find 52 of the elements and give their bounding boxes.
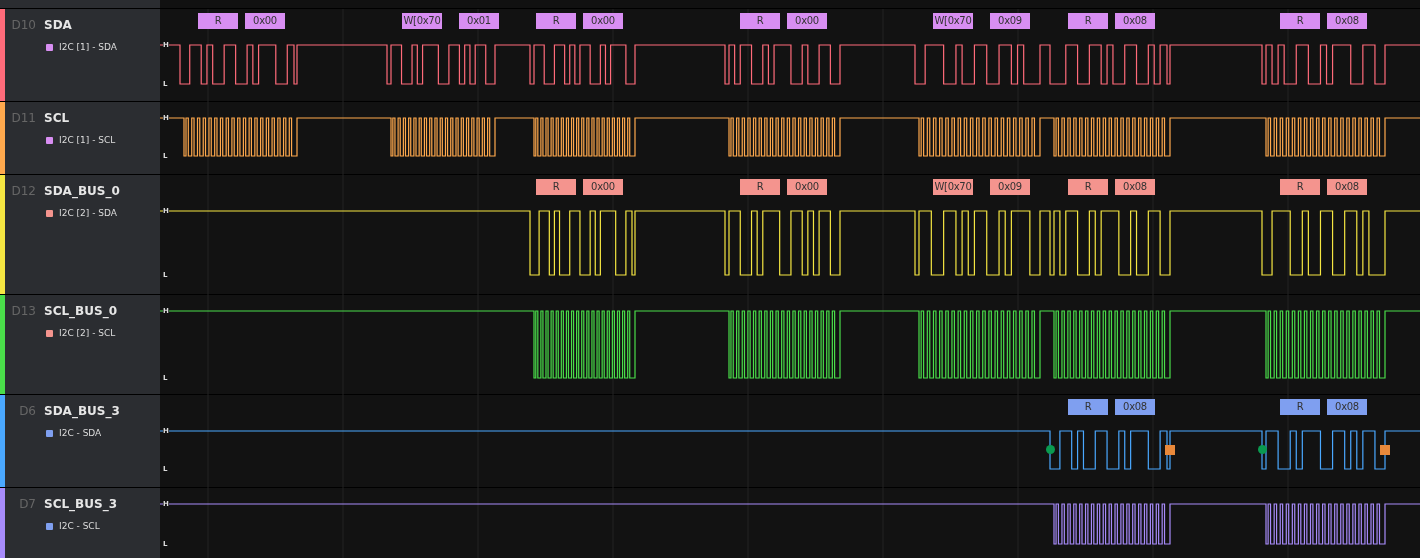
decoded-packet-label[interactable]: 0x00 [245,13,285,29]
decoded-packet-label[interactable]: 0x08 [1327,399,1367,415]
channel-id: D11 [10,111,36,125]
analyzer-label: I2C [1] - SDA [59,42,117,52]
channel-name: SDA [44,18,72,32]
decoded-packet-label[interactable]: 0x00 [787,13,827,29]
channel-id: D12 [10,184,36,198]
decoded-packet-label[interactable]: 0x00 [583,179,623,195]
decoded-packet-label[interactable]: R [536,179,576,195]
channel-name: SCL [44,111,70,125]
decoded-packet-label[interactable]: R [1280,13,1320,29]
decoded-packet-label[interactable]: R [740,179,780,195]
decoded-packet-label[interactable]: R [1280,179,1320,195]
decoded-packet-label[interactable]: 0x00 [583,13,623,29]
decoded-packet-label[interactable]: R [740,13,780,29]
decoded-packet-label[interactable]: 0x00 [787,179,827,195]
decoded-packet-label[interactable]: R [536,13,576,29]
decoded-packet-label[interactable]: W[0x70 [933,13,973,29]
channel-id: D13 [10,304,36,318]
decoded-packet-label[interactable]: W[0x70 [402,13,442,29]
channel-name: SDA_BUS_3 [44,404,120,418]
decoded-packet-label[interactable]: 0x08 [1115,179,1155,195]
analyzer-label: I2C - SCL [59,521,100,531]
decoded-packet-label[interactable]: 0x09 [990,13,1030,29]
decoded-packet-label[interactable]: R [1068,399,1108,415]
decoded-packet-label[interactable]: 0x08 [1115,13,1155,29]
decoded-packet-label[interactable]: 0x01 [459,13,499,29]
channel-name: SCL_BUS_0 [44,304,117,318]
channel-header[interactable]: D6 SDA_BUS_3 I2C - SDA [0,395,160,487]
decoded-packet-label[interactable]: 0x09 [990,179,1030,195]
analyzer-label: I2C [2] - SDA [59,208,117,218]
channel-header[interactable]: D7 SCL_BUS_3 I2C - SCL [0,488,160,558]
channel-header[interactable]: D10 SDA I2C [1] - SDA [0,9,160,101]
channel-id: D6 [18,404,36,418]
decoded-packet-label[interactable]: 0x08 [1327,13,1367,29]
analyzer-label: I2C [1] - SCL [59,135,116,145]
decoded-packet-label[interactable]: 0x08 [1115,399,1155,415]
decoded-packet-label[interactable]: R [1068,13,1108,29]
decoded-packet-label[interactable]: R [1068,179,1108,195]
analyzer-label: I2C [2] - SCL [59,328,116,338]
channel-name: SCL_BUS_3 [44,497,117,511]
channel-header[interactable]: D13 SCL_BUS_0 I2C [2] - SCL [0,295,160,394]
channel-header[interactable]: D12 SDA_BUS_0 I2C [2] - SDA [0,175,160,294]
channel-id: D10 [10,18,36,32]
analyzer-label: I2C - SDA [59,428,102,438]
decoded-packet-label[interactable]: R [198,13,238,29]
channel-header[interactable]: D11 SCL I2C [1] - SCL [0,102,160,174]
decoded-packet-label[interactable]: 0x08 [1327,179,1367,195]
channel-name: SDA_BUS_0 [44,184,120,198]
channel-id: D7 [18,497,36,511]
decoded-packet-label[interactable]: W[0x70 [933,179,973,195]
decoded-packet-label[interactable]: R [1280,399,1320,415]
